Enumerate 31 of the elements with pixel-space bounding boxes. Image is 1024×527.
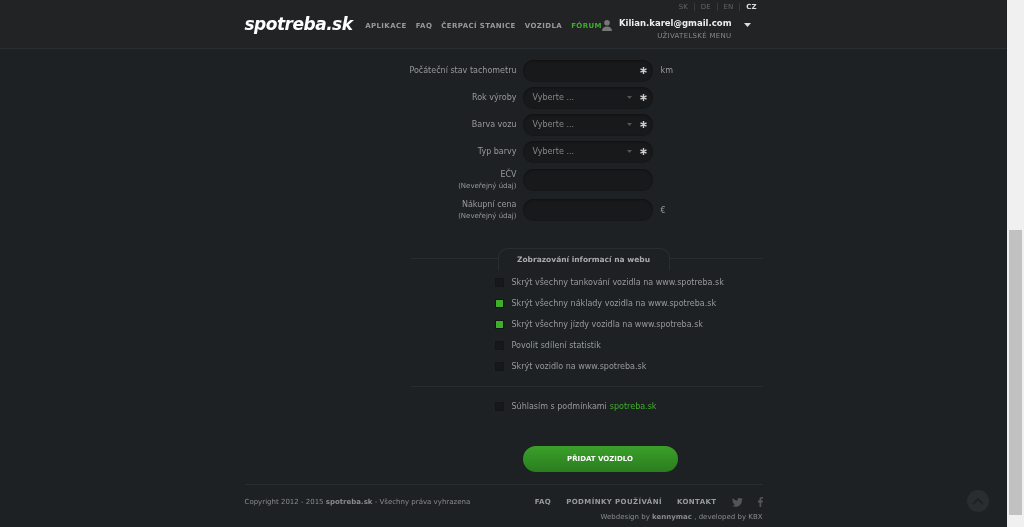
user-email[interactable]: Kilian.karel@gmail.com — [618, 18, 732, 28]
field-label: Barva vozu — [471, 120, 517, 129]
option-label: Povolit sdílení statistik — [511, 341, 601, 350]
twitter-icon[interactable] — [731, 497, 743, 507]
field-label: Rok výroby — [471, 93, 517, 102]
unit-label: km — [660, 66, 673, 75]
select-field[interactable]: Vyberte ... — [522, 113, 653, 136]
user-icon — [601, 20, 612, 31]
input-field[interactable] — [522, 59, 653, 82]
terms-link[interactable]: spotreba.sk — [609, 402, 657, 411]
select-field[interactable]: Vyberte ... — [522, 86, 653, 109]
checkbox[interactable] — [494, 320, 504, 329]
unit-label: € — [660, 205, 666, 215]
option-label: Skrýt všechny tankování vozidla na www.spotreba.sk — [511, 278, 724, 287]
scrollbar[interactable] — [1007, 0, 1024, 527]
select-field[interactable]: Vyberte ... — [522, 140, 653, 163]
caret-icon — [626, 96, 632, 99]
caret-icon — [626, 123, 632, 126]
field-label: EČV — [500, 170, 517, 179]
caret-icon — [626, 150, 632, 153]
field-label: Počáteční stav tachometru — [409, 66, 517, 75]
caret-icon[interactable] — [743, 23, 751, 27]
facebook-icon[interactable] — [757, 497, 763, 507]
field-label: Typ barvy — [477, 147, 517, 156]
option-label: Skrýt všechny jízdy vozidla na www.spotreba.sk — [511, 320, 703, 329]
option-label: Skrýt vozidlo na www.spotreba.sk — [511, 362, 647, 371]
logo[interactable]: spotreba.sk — [244, 14, 366, 34]
agree-label: Súhlasím s podmínkami — [511, 402, 607, 411]
checkbox[interactable] — [494, 299, 504, 308]
field-label: Nákupní cena — [461, 200, 517, 209]
option-label: Skrýt všechny náklady vozidla na www.spotreba.sk — [511, 299, 717, 308]
